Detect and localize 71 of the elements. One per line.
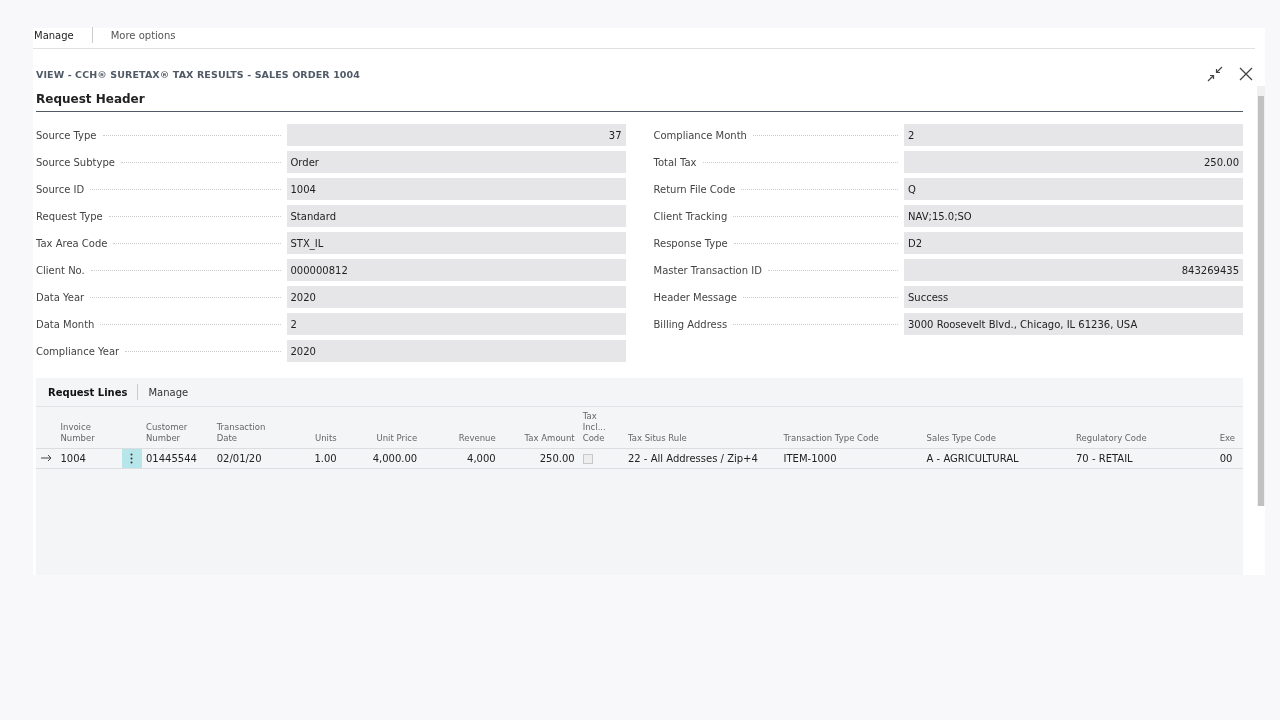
collapse-icon[interactable]	[1207, 66, 1223, 82]
field-label: Response Type	[653, 237, 728, 249]
column-header[interactable]: Exe	[1219, 433, 1239, 445]
field-value[interactable]: 2	[904, 124, 1243, 146]
lines-tab[interactable]: Manage	[138, 386, 199, 398]
action-menu-button[interactable]: More options	[92, 29, 194, 41]
field-label: Header Message	[653, 291, 737, 303]
field-label: Client No.	[36, 264, 85, 276]
field-value[interactable]: D2	[904, 232, 1243, 254]
field-label: Billing Address	[653, 318, 728, 330]
field-value[interactable]: 2020	[286, 340, 626, 362]
table-cell: 250.00	[539, 453, 575, 465]
field-label: Source ID	[36, 183, 85, 195]
field-value[interactable]: 3000 Roosevelt Blvd., Chicago, IL 61236, USA	[904, 313, 1243, 335]
field-value[interactable]: 843269435	[904, 259, 1243, 281]
field-label: Data Year	[36, 291, 85, 303]
vertical-dots-icon	[130, 453, 134, 465]
checkbox[interactable]	[582, 454, 593, 465]
field-value[interactable]: 2	[286, 313, 626, 335]
column-header[interactable]: Units	[282, 433, 337, 445]
table-cell: 02/01/20	[216, 453, 262, 465]
table-cell: 00	[1219, 453, 1233, 465]
column-header[interactable]: Transaction Date	[216, 422, 275, 445]
field-value[interactable]: Success	[904, 286, 1243, 308]
table-cell: 70 - RETAIL	[1076, 453, 1133, 465]
field-label: Client Tracking	[653, 210, 728, 222]
lines-tab[interactable]: Request Lines	[38, 386, 138, 398]
table-cell: ITEM-1000	[783, 453, 837, 465]
field-value[interactable]: Order	[286, 151, 626, 173]
field-label: Compliance Month	[653, 129, 747, 141]
field-label: Source Subtype	[36, 156, 115, 168]
field-label: Data Month	[36, 318, 95, 330]
column-header[interactable]: Revenue	[425, 433, 496, 445]
field-value[interactable]: Standard	[286, 205, 626, 227]
action-menu-button[interactable]: Manage	[33, 29, 92, 41]
table-cell: 1.00	[314, 453, 337, 465]
section-title: Request Header	[36, 88, 1243, 112]
field-value[interactable]: 250.00	[904, 151, 1243, 173]
page-title: VIEW - CCH® SURETAX® TAX RESULTS - SALES ORDER 1004	[36, 68, 360, 80]
column-header[interactable]: Transaction Type Code	[783, 433, 919, 445]
column-header[interactable]: Customer Number	[145, 422, 209, 445]
field-value[interactable]: 000000812	[286, 259, 626, 281]
column-header[interactable]: Tax Amount	[503, 433, 575, 445]
table-cell: 01445544	[145, 453, 197, 465]
field-value[interactable]: Q	[904, 178, 1243, 200]
field-value[interactable]: 1004	[286, 178, 626, 200]
table-cell: 4,000	[467, 453, 496, 465]
field-label: Return File Code	[653, 183, 736, 195]
table-cell: A - AGRICULTURAL	[926, 453, 1019, 465]
scrollbar[interactable]	[1257, 86, 1265, 506]
column-header[interactable]: Unit Price	[344, 433, 418, 445]
field-value[interactable]: STX_IL	[286, 232, 626, 254]
field-label: Compliance Year	[36, 345, 120, 357]
field-label: Request Type	[36, 210, 103, 222]
column-header[interactable]: Invoice Number	[60, 422, 118, 445]
row-menu-button[interactable]	[121, 449, 142, 469]
field-label: Source Type	[36, 129, 97, 141]
field-label: Total Tax	[653, 156, 697, 168]
field-label: Tax Area Code	[36, 237, 108, 249]
field-value[interactable]: 37	[286, 124, 626, 146]
table-cell: 1004	[60, 453, 86, 465]
field-value[interactable]: 2020	[286, 286, 626, 308]
field-label: Master Transaction ID	[653, 264, 762, 276]
table-cell: 22 - All Addresses / Zip+4	[627, 453, 758, 465]
column-header[interactable]: Regulatory Code	[1076, 433, 1212, 445]
close-icon[interactable]	[1239, 67, 1253, 81]
column-header[interactable]: Tax Situs Rule	[627, 433, 776, 445]
column-header[interactable]: Sales Type Code	[926, 433, 1068, 445]
column-header[interactable]: Tax Incl... Code	[582, 411, 620, 445]
table-cell: 4,000.00	[372, 453, 418, 465]
field-value[interactable]: NAV;15.0;SO	[904, 205, 1243, 227]
